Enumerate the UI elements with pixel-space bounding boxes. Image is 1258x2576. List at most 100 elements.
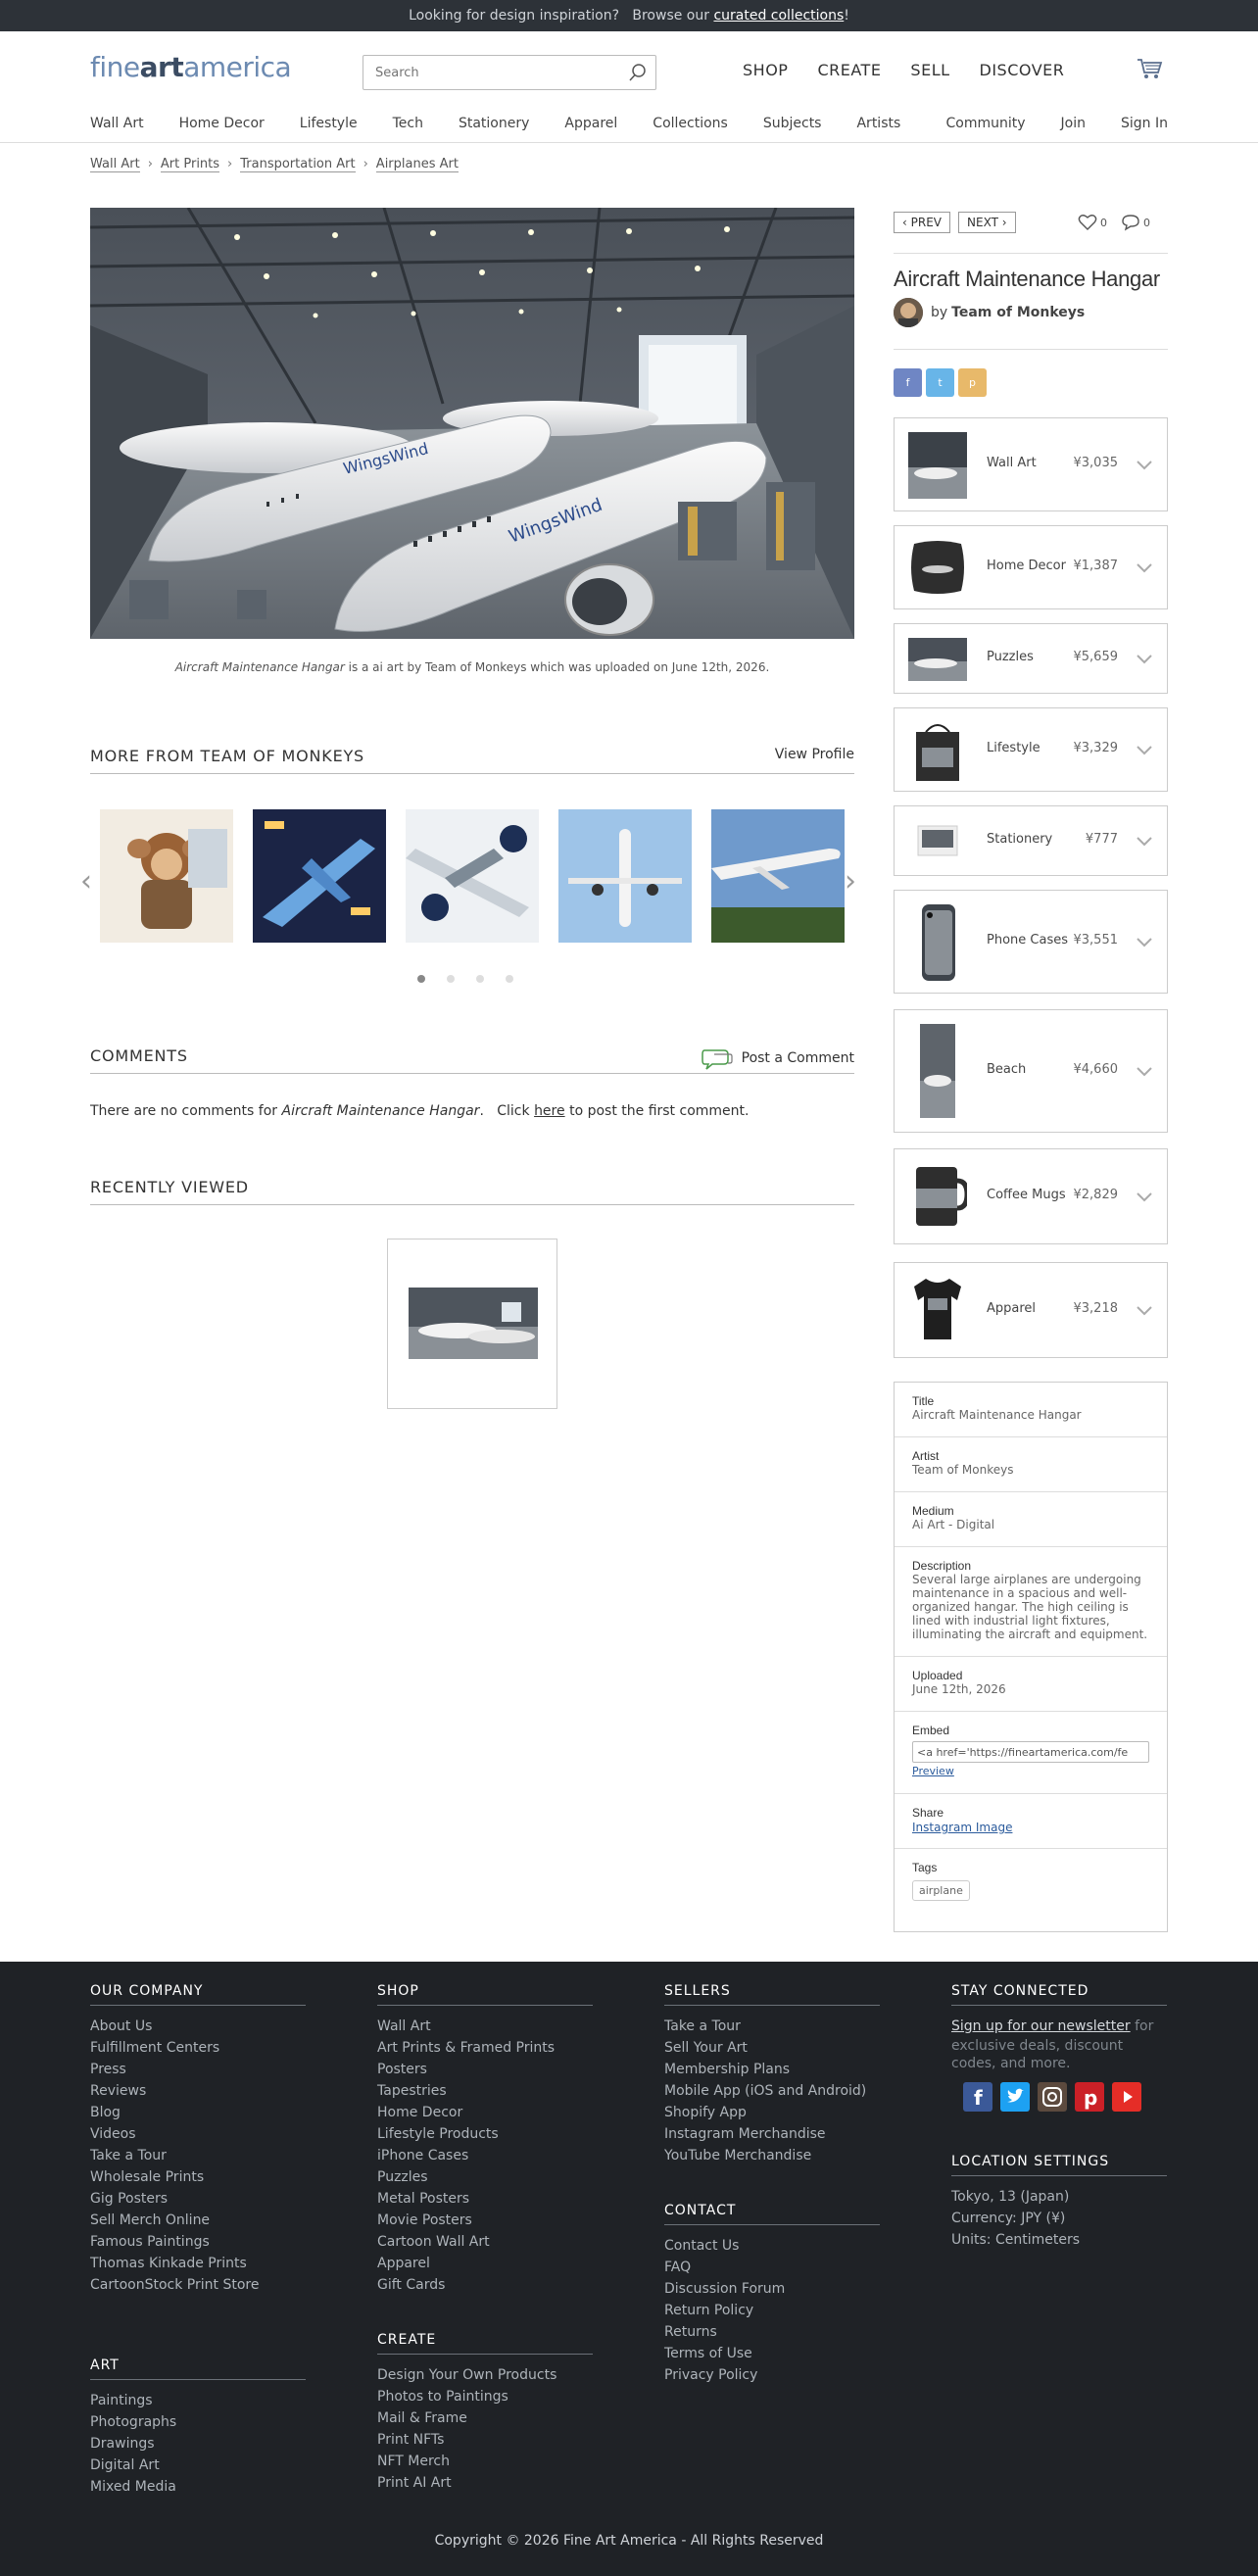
footer-link[interactable]: Discussion Forum <box>664 2278 880 2300</box>
footer-link[interactable]: YouTube Merchandise <box>664 2145 880 2166</box>
carousel-thumb[interactable] <box>711 809 845 943</box>
breadcrumb-art-prints[interactable]: Art Prints <box>160 157 220 172</box>
footer-link[interactable]: Posters <box>377 2059 593 2080</box>
subnav-apparel[interactable]: Apparel <box>564 116 617 131</box>
carousel-thumb[interactable] <box>558 809 692 943</box>
twitter-icon[interactable] <box>1000 2082 1030 2112</box>
footer-link[interactable]: Art Prints & Framed Prints <box>377 2037 593 2059</box>
footer-link[interactable]: Sell Your Art <box>664 2037 880 2059</box>
footer-link[interactable]: Digital Art <box>90 2454 306 2476</box>
footer-link[interactable]: Mail & Frame <box>377 2407 593 2429</box>
subnav-join[interactable]: Join <box>1061 116 1086 131</box>
footer-link[interactable]: Reviews <box>90 2080 306 2102</box>
product-card-coffee-mugs[interactable]: Coffee Mugs ¥2,829 <box>894 1148 1168 1244</box>
nav-discover[interactable]: DISCOVER <box>980 61 1065 79</box>
location-currency[interactable]: Currency: JPY (¥) <box>951 2208 1167 2229</box>
footer-link[interactable]: Contact Us <box>664 2235 880 2257</box>
footer-link[interactable]: Returns <box>664 2321 880 2343</box>
footer-link[interactable]: Wall Art <box>377 2016 593 2037</box>
footer-link[interactable]: iPhone Cases <box>377 2145 593 2166</box>
footer-link[interactable]: Thomas Kinkade Prints <box>90 2253 306 2274</box>
chevron-down-icon[interactable] <box>1136 1066 1153 1078</box>
footer-link[interactable]: Cartoon Wall Art <box>377 2231 593 2253</box>
product-card-puzzles[interactable]: Puzzles ¥5,659 <box>894 623 1168 694</box>
footer-link[interactable]: Movie Posters <box>377 2210 593 2231</box>
subnav-tech[interactable]: Tech <box>393 116 423 131</box>
carousel-dot[interactable] <box>447 975 455 983</box>
chevron-down-icon[interactable] <box>1136 562 1153 574</box>
footer-link[interactable]: Photos to Paintings <box>377 2386 593 2407</box>
view-profile-link[interactable]: View Profile <box>775 747 854 762</box>
instagram-icon[interactable] <box>1038 2082 1067 2112</box>
footer-link[interactable]: Return Policy <box>664 2300 880 2321</box>
footer-link[interactable]: Design Your Own Products <box>377 2364 593 2386</box>
cart-icon[interactable] <box>1137 57 1164 80</box>
subnav-collections[interactable]: Collections <box>653 116 728 131</box>
product-card-apparel[interactable]: Apparel ¥3,218 <box>894 1262 1168 1358</box>
site-logo[interactable]: fineartamerica <box>90 51 292 83</box>
footer-link[interactable]: Print AI Art <box>377 2472 593 2494</box>
post-first-comment-link[interactable]: here <box>534 1103 565 1119</box>
footer-link[interactable]: Press <box>90 2059 306 2080</box>
footer-link[interactable]: Shopify App <box>664 2102 880 2123</box>
product-card-stationery[interactable]: Stationery ¥777 <box>894 805 1168 876</box>
breadcrumb-wall-art[interactable]: Wall Art <box>90 157 140 172</box>
footer-link[interactable]: CartoonStock Print Store <box>90 2274 306 2296</box>
pinterest-share-icon[interactable]: p <box>958 368 987 397</box>
footer-link[interactable]: Membership Plans <box>664 2059 880 2080</box>
artwork-image[interactable]: WingsWind WingsWind <box>90 208 854 639</box>
embed-preview-link[interactable]: Preview <box>912 1765 954 1777</box>
instagram-image-link[interactable]: Instagram Image <box>912 1821 1012 1834</box>
chevron-down-icon[interactable] <box>1136 1305 1153 1317</box>
footer-link[interactable]: Apparel <box>377 2253 593 2274</box>
footer-link[interactable]: Terms of Use <box>664 2343 880 2364</box>
chevron-down-icon[interactable] <box>1136 836 1153 848</box>
footer-link[interactable]: Wholesale Prints <box>90 2166 306 2188</box>
nav-sell[interactable]: SELL <box>910 61 949 79</box>
subnav-community[interactable]: Community <box>946 116 1026 131</box>
footer-link[interactable]: Take a Tour <box>90 2145 306 2166</box>
subnav-sign-in[interactable]: Sign In <box>1121 116 1168 131</box>
footer-link[interactable]: Paintings <box>90 2390 306 2411</box>
location-units[interactable]: Units: Centimeters <box>951 2229 1167 2251</box>
product-card-wall-art[interactable]: Wall Art ¥3,035 <box>894 417 1168 511</box>
pinterest-icon[interactable]: p <box>1075 2082 1104 2112</box>
carousel-dot[interactable] <box>506 975 513 983</box>
subnav-artists[interactable]: Artists <box>856 116 900 131</box>
chevron-down-icon[interactable] <box>1136 745 1153 756</box>
footer-link[interactable]: NFT Merch <box>377 2451 593 2472</box>
footer-link[interactable]: Videos <box>90 2123 306 2145</box>
footer-link[interactable]: Puzzles <box>377 2166 593 2188</box>
avatar[interactable] <box>894 298 923 327</box>
footer-link[interactable]: Metal Posters <box>377 2188 593 2210</box>
youtube-icon[interactable] <box>1112 2082 1141 2112</box>
embed-code-input[interactable] <box>912 1741 1149 1763</box>
next-button[interactable]: NEXT › <box>958 212 1016 233</box>
footer-link[interactable]: Famous Paintings <box>90 2231 306 2253</box>
carousel-thumb[interactable] <box>100 809 233 943</box>
tag-airplane[interactable]: airplane <box>912 1880 970 1901</box>
search-input[interactable] <box>363 56 608 89</box>
footer-link[interactable]: Take a Tour <box>664 2016 880 2037</box>
facebook-share-icon[interactable]: f <box>894 368 922 397</box>
footer-link[interactable]: Tapestries <box>377 2080 593 2102</box>
nav-create[interactable]: CREATE <box>817 61 881 79</box>
location-city[interactable]: Tokyo, 13 (Japan) <box>951 2186 1167 2208</box>
chevron-left-icon[interactable]: ‹ <box>80 864 92 899</box>
curated-collections-link[interactable]: curated collections <box>713 8 844 24</box>
twitter-share-icon[interactable]: t <box>926 368 954 397</box>
carousel-thumb[interactable] <box>406 809 539 943</box>
carousel-thumb[interactable] <box>253 809 386 943</box>
facebook-icon[interactable]: f <box>963 2082 992 2112</box>
chevron-down-icon[interactable] <box>1136 460 1153 471</box>
footer-link[interactable]: Lifestyle Products <box>377 2123 593 2145</box>
footer-link[interactable]: Drawings <box>90 2433 306 2454</box>
product-card-beach[interactable]: Beach ¥4,660 <box>894 1009 1168 1133</box>
footer-link[interactable]: Gig Posters <box>90 2188 306 2210</box>
footer-link[interactable]: Instagram Merchandise <box>664 2123 880 2145</box>
footer-link[interactable]: Fulfillment Centers <box>90 2037 306 2059</box>
comment-count-button[interactable]: 0 <box>1121 214 1150 231</box>
subnav-stationery[interactable]: Stationery <box>459 116 529 131</box>
breadcrumb-transportation-art[interactable]: Transportation Art <box>240 157 356 172</box>
post-comment-link[interactable]: Post a Comment <box>701 1046 854 1070</box>
